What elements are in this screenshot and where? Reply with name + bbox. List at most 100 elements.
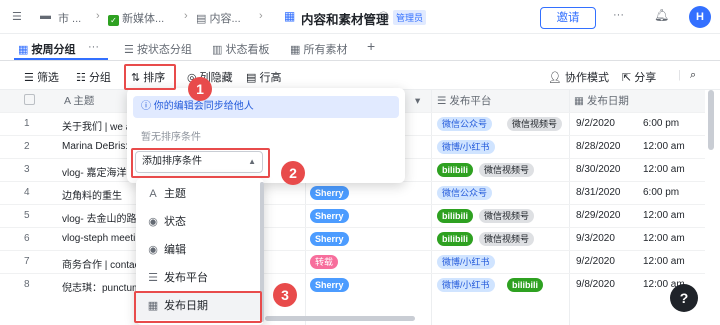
tab-all-materials[interactable]: ▦ 所有素材 [290,41,347,57]
date-cell[interactable]: 9/8/2020 [576,279,615,290]
title-cell[interactable]: 商务合作 | contac [62,256,140,271]
platform-tag[interactable]: 微信公众号 [437,186,493,200]
table-row[interactable]: 8 倪志琪：punctum Sherry 微博/小红书 bilibili 9/8/2020… [0,273,705,296]
menu-item-status[interactable]: ◉ 状态 [136,208,261,236]
menu-item-editor[interactable]: ◉ 编辑 [136,236,261,264]
grid-icon: ▦ [290,44,301,56]
date-cell[interactable]: 9/2/2020 [576,118,615,129]
time-cell[interactable]: 12:00 am [643,233,685,244]
date-cell[interactable]: 8/29/2020 [576,210,621,221]
platform-tag[interactable]: bilibili [437,232,473,246]
time-cell[interactable]: 12:00 am [643,141,685,152]
tab-more-icon[interactable]: ··· [88,41,99,53]
editor-tag[interactable]: 转载 [310,255,339,269]
notification-icon[interactable]: 🔔︎ [654,8,669,22]
column-label: 发布平台 [449,95,492,107]
platform-tag[interactable]: 微信视频号 [479,163,535,177]
page-title[interactable]: 内容和素材管理 [301,9,389,28]
tab-label: 按周分组 [31,44,76,56]
title-cell[interactable]: 倪志琪：punctum [62,279,140,294]
time-cell[interactable]: 12:00 am [643,164,685,175]
time-cell[interactable]: 12:00 am [643,210,685,221]
menu-item-platform[interactable]: ☰ 发布平台 [136,264,261,292]
tab-status-board[interactable]: ▥ 状态看板 [212,41,269,57]
vertical-scrollbar[interactable] [708,90,714,150]
platform-tag[interactable]: 微信视频号 [507,117,563,131]
date-cell[interactable]: 9/2/2020 [576,256,615,267]
platform-tag[interactable]: bilibili [507,278,543,292]
text-field-icon: A [64,95,71,107]
folder-icon[interactable]: ▬ [40,10,51,22]
sync-notice: ⓘ 你的编辑会同步给他人 [133,96,399,118]
share-icon: ⇱ [622,72,632,84]
single-select-icon: ◉ [148,216,158,228]
platform-tag[interactable]: bilibili [437,163,473,177]
title-cell[interactable]: vlog- 嘉定海洋 [62,164,126,179]
tab-by-status[interactable]: ☰ 按状态分组 [124,41,192,57]
row-number: 5 [24,210,30,221]
filter-button[interactable]: ☰ 筛选 [24,69,59,85]
sidebar-toggle-icon[interactable]: ☰ [12,10,22,23]
share-label: 分享 [634,72,657,84]
time-cell[interactable]: 6:00 pm [643,187,679,198]
breadcrumb-item[interactable]: ▤ 内容... [196,10,241,26]
breadcrumb-item[interactable]: ✓ 新媒体... [108,10,164,26]
time-cell[interactable]: 6:00 pm [643,118,679,129]
empty-sort-text: 暂无排序条件 [141,132,201,143]
title-cell[interactable]: vlog- 去金山的路上 [62,210,146,225]
column-header-date[interactable]: ▦ 发布日期 [574,90,629,112]
column-header-title[interactable]: A 主题 [64,90,94,112]
date-cell[interactable]: 8/30/2020 [576,164,621,175]
table-row[interactable]: 6 vlog-steph meeti Sherry bilibili 微信视频号 9/3/… [0,227,705,250]
platform-tag[interactable]: 微博/小红书 [437,140,495,154]
platform-tag[interactable]: 微博/小红书 [437,255,495,269]
time-cell[interactable]: 12:00 am [643,256,685,267]
date-cell[interactable]: 8/31/2020 [576,187,621,198]
row-number: 3 [24,164,30,175]
collab-mode-button[interactable]: 👤︎ 协作模式 [548,69,609,85]
date-cell[interactable]: 9/3/2020 [576,233,615,244]
editor-tag[interactable]: Sherry [310,186,349,200]
editor-tag[interactable]: Sherry [310,232,349,246]
group-button[interactable]: ☷ 分组 [76,69,111,85]
help-button[interactable]: ? [670,284,698,312]
callout-badge-3: 3 [273,283,297,307]
share-button[interactable]: ⇱ 分享 [622,69,656,85]
title-cell[interactable]: 关于我们 | we a [62,118,131,133]
platform-tag[interactable]: 微信视频号 [479,209,535,223]
title-cell[interactable]: Marina DeBris: [62,141,128,152]
date-cell[interactable]: 8/28/2020 [576,141,621,152]
callout-badge-1: 1 [188,77,212,101]
editor-tag[interactable]: Sherry [310,209,349,223]
platform-tag[interactable]: 微信视频号 [479,232,535,246]
horizontal-scrollbar[interactable] [265,316,415,321]
platform-tag[interactable]: 微博/小红书 [437,278,495,292]
add-view-icon[interactable]: + [367,38,375,54]
menu-item-title[interactable]: A 主题 [136,180,261,208]
title-cell[interactable]: 边角料的重生 [62,187,122,202]
editor-tag[interactable]: Sherry [310,278,349,292]
table-row[interactable]: 4 边角料的重生 Sherry 微信公众号 8/31/2020 6:00 pm [0,181,705,204]
breadcrumb-item[interactable]: 市 ... [58,10,81,26]
avatar[interactable]: H [689,6,711,28]
menu-item-label: 编辑 [164,244,186,256]
highlight-publish-date-item [134,291,262,323]
info-icon[interactable]: ⓘ [378,9,389,25]
table-row[interactable]: 7 商务合作 | contac 转载 微博/小红书 9/2/2020 12:00 am [0,250,705,273]
row-height-button[interactable]: ▤ 行高 [246,69,281,85]
title-cell[interactable]: vlog-steph meeti [62,233,135,244]
divider: | [678,69,681,81]
tab-label: 按状态分组 [136,44,192,56]
tab-by-week[interactable]: ▦ 按周分组 [18,41,75,57]
platform-tag[interactable]: bilibili [437,209,473,223]
notice-text: 你的编辑会同步给他人 [153,101,254,112]
column-header-platform[interactable]: ☰ 发布平台 [437,90,491,112]
highlight-sort-button [124,64,176,90]
table-row[interactable]: 5 vlog- 去金山的路上 Sherry bilibili 微信视频号 8/29/202… [0,204,705,227]
platform-tag[interactable]: 微信公众号 [437,117,493,131]
select-all-checkbox[interactable] [24,90,35,112]
column-header-menu-icon[interactable]: ▾ [415,90,420,112]
invite-button[interactable]: 邀请 [540,7,596,29]
more-icon[interactable]: ··· [613,9,624,21]
search-icon[interactable]: ⌕ [690,69,696,82]
